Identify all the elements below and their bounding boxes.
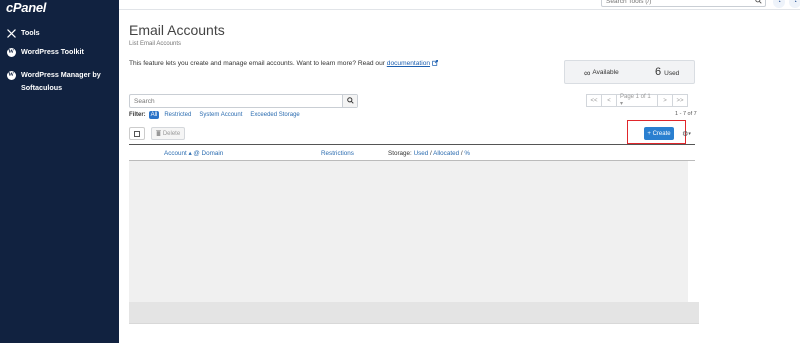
filter-system-account[interactable]: System Account: [199, 112, 242, 118]
used-count: 6: [655, 66, 662, 78]
sort-used[interactable]: Used: [414, 150, 429, 157]
wordpress-icon: W: [6, 70, 16, 80]
sidebar: cPanel Tools W WordPress Toolkit W WordP…: [0, 0, 119, 343]
filter-all[interactable]: All: [148, 111, 160, 119]
caret-down-icon: ▾: [688, 130, 691, 137]
checkbox-icon: [134, 130, 140, 137]
documentation-link[interactable]: documentation: [387, 60, 430, 67]
filter-exceeded-storage[interactable]: Exceeded Storage: [250, 112, 299, 118]
account-search: [129, 94, 358, 108]
column-storage: Storage: Used / Allocated / %: [388, 150, 470, 157]
pagination: << < Page 1 of 1 ▾ > >>: [586, 94, 688, 107]
breadcrumb: List Email Accounts: [129, 41, 182, 47]
sidebar-item-label: Tools: [21, 28, 40, 37]
delete-button[interactable]: Delete: [151, 127, 185, 140]
result-count: 1 - 7 of 7: [675, 111, 697, 117]
sidebar-item-tools[interactable]: Tools: [6, 28, 40, 38]
sidebar-item-wordpress-toolkit[interactable]: W WordPress Toolkit: [6, 47, 84, 57]
sort-percent[interactable]: %: [464, 150, 470, 157]
sidebar-item-label: WordPress Manager by Softaculous: [21, 70, 101, 92]
filter-bar: Filter: All Restricted System Account Ex…: [129, 111, 308, 119]
next-page-button[interactable]: >: [657, 94, 673, 107]
filter-restricted[interactable]: Restricted: [164, 112, 191, 118]
account-stats: ∞ Available 6 Used: [564, 60, 695, 84]
intro-text: This feature lets you create and manage …: [129, 59, 439, 68]
sidebar-item-wordpress-manager[interactable]: W WordPress Manager by Softaculous: [6, 68, 116, 94]
search-icon: [346, 96, 354, 106]
page-title: Email Accounts: [129, 22, 225, 38]
table-footer: [129, 302, 699, 324]
search-button[interactable]: [342, 95, 357, 107]
first-page-button[interactable]: <<: [586, 94, 602, 107]
filter-label: Filter:: [129, 112, 146, 118]
column-account-domain[interactable]: Account ▴ @ Domain: [164, 150, 223, 157]
table-header: Account ▴ @ Domain Restrictions Storage:…: [129, 144, 695, 161]
available-stat: ∞ Available: [584, 67, 619, 78]
select-all-checkbox[interactable]: [129, 127, 145, 140]
user-menu-icon[interactable]: ◔: [789, 0, 800, 8]
main-panel: Email Accounts List Email Accounts This …: [119, 10, 800, 343]
sort-allocated[interactable]: Allocated: [433, 150, 459, 157]
create-button[interactable]: + Create: [644, 127, 674, 140]
search-icon[interactable]: [755, 0, 762, 6]
tools-icon: [6, 28, 16, 38]
settings-menu-button[interactable]: ⚙ ▾: [679, 127, 694, 140]
sidebar-item-label: WordPress Toolkit: [21, 47, 84, 56]
table-body-loading: [129, 161, 688, 302]
tools-search-input[interactable]: [602, 0, 752, 5]
last-page-button[interactable]: >>: [672, 94, 688, 107]
external-link-icon: [432, 59, 439, 68]
cpanel-logo[interactable]: cPanel: [6, 0, 46, 15]
tools-search[interactable]: [601, 0, 766, 7]
page-select[interactable]: Page 1 of 1 ▾: [616, 94, 658, 107]
search-input[interactable]: [130, 95, 342, 107]
infinity-icon: ∞: [584, 67, 591, 78]
column-restrictions[interactable]: Restrictions: [321, 150, 354, 157]
trash-icon: [155, 129, 161, 138]
prev-page-button[interactable]: <: [601, 94, 617, 107]
used-stat: 6 Used: [655, 66, 680, 78]
wordpress-icon: W: [6, 47, 16, 57]
